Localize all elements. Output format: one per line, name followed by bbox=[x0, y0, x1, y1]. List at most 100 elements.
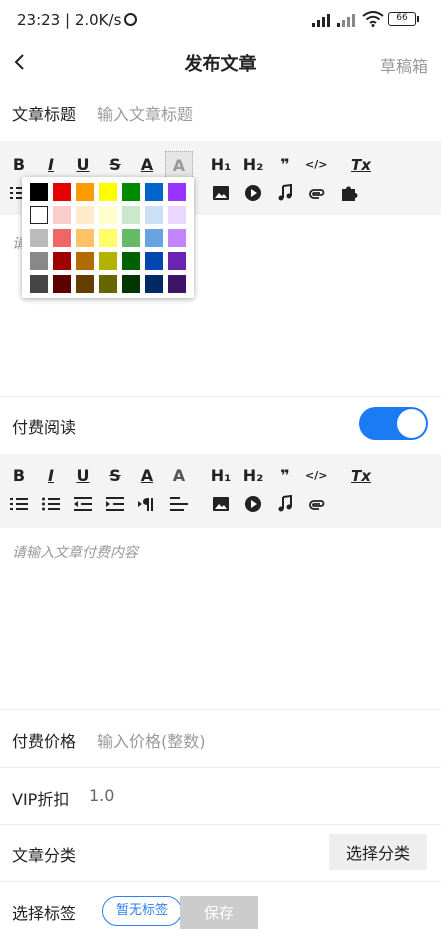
title-label: 文章标题 bbox=[12, 105, 77, 124]
color-swatch[interactable] bbox=[76, 183, 94, 201]
h1-button[interactable]: H₁ bbox=[209, 465, 233, 487]
color-swatch[interactable] bbox=[53, 252, 71, 270]
paid-content-input[interactable]: 请输入文章付费内容 bbox=[12, 542, 138, 562]
indent-icon[interactable] bbox=[104, 493, 126, 515]
divider bbox=[0, 881, 441, 882]
color-swatch[interactable] bbox=[168, 229, 186, 247]
image-icon[interactable] bbox=[210, 493, 232, 515]
color-swatch[interactable] bbox=[30, 275, 48, 293]
tag-label: 选择标签 bbox=[12, 904, 77, 923]
paid-reading-toggle[interactable] bbox=[359, 407, 428, 440]
time-speed-text: 23:23 | 2.0K/s bbox=[17, 11, 122, 29]
color-swatch[interactable] bbox=[53, 229, 71, 247]
color-swatch[interactable] bbox=[99, 183, 117, 201]
h1-button[interactable]: H₁ bbox=[209, 154, 233, 176]
code-button[interactable]: </> bbox=[305, 154, 327, 176]
strike-button[interactable]: S bbox=[104, 465, 126, 487]
underline-button[interactable]: U bbox=[72, 154, 94, 176]
font-color-button[interactable]: A bbox=[136, 154, 158, 176]
battery-level: 66 bbox=[396, 13, 408, 23]
color-swatch[interactable] bbox=[168, 183, 186, 201]
video-icon[interactable] bbox=[242, 493, 264, 515]
align-icon[interactable] bbox=[168, 493, 190, 515]
ordered-list-icon[interactable] bbox=[8, 493, 30, 515]
no-tag-pill[interactable]: 暂无标签 bbox=[102, 896, 182, 926]
italic-button[interactable]: I bbox=[40, 154, 62, 176]
music-icon[interactable] bbox=[274, 493, 296, 515]
color-swatch[interactable] bbox=[30, 206, 48, 224]
strike-button[interactable]: S bbox=[104, 154, 126, 176]
color-swatch[interactable] bbox=[168, 275, 186, 293]
status-bar: 23:23 | 2.0K/s 66 bbox=[0, 0, 441, 40]
music-icon[interactable] bbox=[274, 182, 296, 204]
color-swatch[interactable] bbox=[76, 206, 94, 224]
color-swatch[interactable] bbox=[122, 229, 140, 247]
font-color-button[interactable]: A bbox=[136, 465, 158, 487]
quote-button[interactable]: ❞ bbox=[274, 154, 296, 176]
color-swatch[interactable] bbox=[168, 206, 186, 224]
color-palette bbox=[22, 177, 194, 298]
divider bbox=[0, 709, 441, 710]
video-icon[interactable] bbox=[242, 182, 264, 204]
code-button[interactable]: </> bbox=[305, 465, 327, 487]
title-input[interactable]: 输入文章标题 bbox=[97, 101, 193, 125]
color-swatch[interactable] bbox=[30, 229, 48, 247]
color-swatch[interactable] bbox=[122, 252, 140, 270]
image-icon[interactable] bbox=[210, 182, 232, 204]
text-direction-icon[interactable] bbox=[136, 493, 158, 515]
italic-button[interactable]: I bbox=[40, 465, 62, 487]
h2-button[interactable]: H₂ bbox=[241, 154, 265, 176]
paid-reading-label: 付费阅读 bbox=[12, 418, 77, 437]
color-swatch[interactable] bbox=[53, 183, 71, 201]
alarm-icon bbox=[124, 13, 138, 26]
bullet-list-icon[interactable] bbox=[40, 493, 62, 515]
clear-format-button[interactable]: Tx bbox=[349, 465, 373, 487]
color-swatch[interactable] bbox=[30, 183, 48, 201]
price-input[interactable]: 输入价格(整数) bbox=[97, 728, 206, 752]
color-swatch[interactable] bbox=[53, 206, 71, 224]
clear-format-button[interactable]: Tx bbox=[349, 154, 373, 176]
color-swatch[interactable] bbox=[168, 252, 186, 270]
color-swatch[interactable] bbox=[145, 183, 163, 201]
bg-color-button[interactable]: A bbox=[168, 465, 190, 487]
bold-button[interactable]: B bbox=[8, 154, 30, 176]
battery-icon: 66 bbox=[388, 12, 419, 26]
signal-icon-2 bbox=[337, 12, 359, 27]
color-swatch[interactable] bbox=[99, 206, 117, 224]
color-swatch[interactable] bbox=[76, 229, 94, 247]
page-title: 发布文章 bbox=[184, 54, 257, 75]
color-swatch[interactable] bbox=[145, 206, 163, 224]
color-swatch[interactable] bbox=[99, 252, 117, 270]
select-category-button[interactable]: 选择分类 bbox=[329, 834, 427, 870]
underline-button[interactable]: U bbox=[72, 465, 94, 487]
color-swatch[interactable] bbox=[99, 275, 117, 293]
bg-color-button[interactable]: A bbox=[165, 151, 193, 179]
color-swatch[interactable] bbox=[76, 252, 94, 270]
bold-button[interactable]: B bbox=[8, 465, 30, 487]
color-swatch[interactable] bbox=[76, 275, 94, 293]
quote-button[interactable]: ❞ bbox=[274, 465, 296, 487]
vip-label: VIP折扣 bbox=[12, 790, 70, 809]
color-swatch[interactable] bbox=[30, 252, 48, 270]
attachment-icon[interactable] bbox=[306, 493, 328, 515]
color-swatch[interactable] bbox=[53, 275, 71, 293]
outdent-icon[interactable] bbox=[72, 493, 94, 515]
color-swatch[interactable] bbox=[122, 206, 140, 224]
vip-discount-input[interactable]: 1.0 bbox=[89, 786, 114, 805]
divider bbox=[0, 767, 441, 768]
wifi-icon bbox=[362, 11, 384, 27]
color-swatch[interactable] bbox=[145, 275, 163, 293]
plugin-icon[interactable] bbox=[338, 182, 360, 204]
toggle-knob bbox=[397, 409, 426, 438]
h2-button[interactable]: H₂ bbox=[241, 465, 265, 487]
color-swatch[interactable] bbox=[145, 252, 163, 270]
color-swatch[interactable] bbox=[99, 229, 117, 247]
color-swatch[interactable] bbox=[122, 275, 140, 293]
attachment-icon[interactable] bbox=[306, 182, 328, 204]
price-label: 付费价格 bbox=[12, 732, 77, 751]
divider bbox=[0, 396, 441, 397]
color-swatch[interactable] bbox=[145, 229, 163, 247]
color-swatch[interactable] bbox=[122, 183, 140, 201]
drafts-button[interactable]: 草稿箱 bbox=[380, 53, 428, 77]
save-button[interactable]: 保存 bbox=[180, 896, 258, 929]
